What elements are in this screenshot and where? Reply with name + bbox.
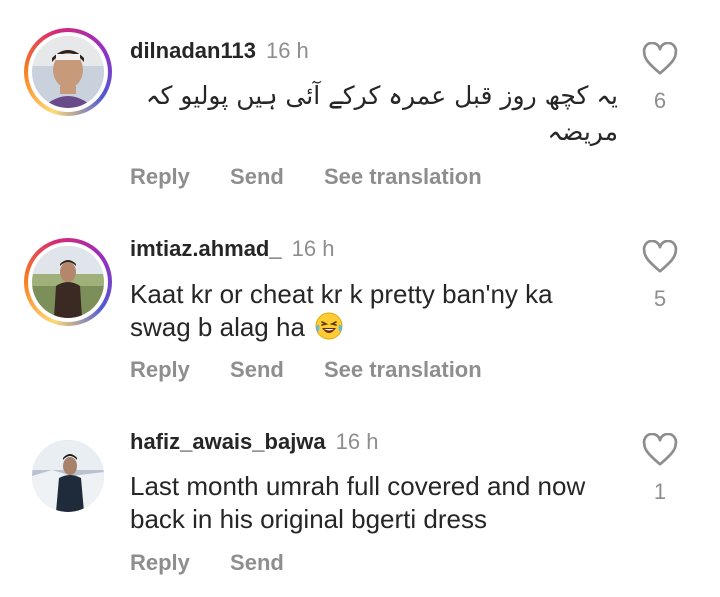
laughing-tears-emoji-icon [314,311,344,341]
avatar [32,36,104,108]
like-count: 1 [653,479,667,504]
reply-button[interactable]: Reply [130,164,190,189]
timestamp: 16 h [265,38,309,63]
heart-icon[interactable] [642,433,678,467]
like-count: 6 [653,88,667,113]
comment-header: imtiaz.ahmad_ 16 h [130,236,334,262]
see-translation-button[interactable]: See translation [324,357,482,382]
comment-actions: Reply Send See translation [130,164,516,190]
heart-icon[interactable] [642,42,678,76]
reply-button[interactable]: Reply [130,357,190,382]
timestamp: 16 h [291,236,335,261]
comment-text: Last month umrah full covered and now ba… [130,471,586,534]
send-button[interactable]: Send [230,357,284,382]
comment-text: Kaat kr or cheat kr k pretty ban'ny ka s… [130,278,600,344]
send-button[interactable]: Send [230,550,284,575]
like-count: 5 [653,286,667,311]
heart-icon[interactable] [642,240,678,274]
reply-button[interactable]: Reply [130,550,190,575]
comment-actions: Reply Send See translation [130,357,516,383]
username[interactable]: hafiz_awais_bajwa [130,429,326,454]
comment-actions: Reply Send [130,550,318,576]
avatar-story-ring[interactable] [24,238,112,326]
username[interactable]: dilnadan113 [130,38,256,63]
comment-header: dilnadan113 16 h [130,38,309,64]
username[interactable]: imtiaz.ahmad_ [130,236,282,261]
send-button[interactable]: Send [230,164,284,189]
comment-header: hafiz_awais_bajwa 16 h [130,429,378,455]
avatar [32,246,104,318]
see-translation-button[interactable]: See translation [324,164,482,189]
avatar[interactable] [32,440,104,512]
comment-text: یہ کچھ روز قبل عمرہ کرکے آئی ہیں پولیو ک… [145,81,618,146]
avatar-story-ring[interactable] [24,28,112,116]
timestamp: 16 h [335,429,379,454]
